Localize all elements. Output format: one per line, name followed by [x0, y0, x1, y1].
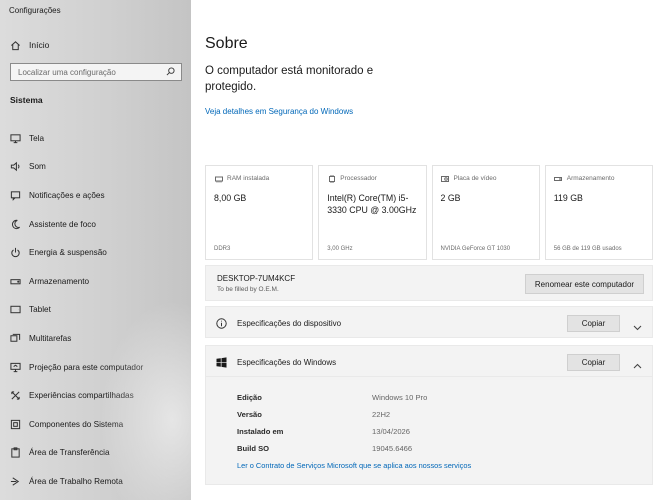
sidebar-item-label: Energia & suspensão	[29, 248, 107, 258]
sidebar-item-label: Assistente de foco	[29, 219, 96, 229]
page-title: Sobre	[205, 35, 248, 52]
windows-specs-details: Edição Windows 10 Pro Versão 22H2 Instal…	[205, 377, 653, 485]
search-icon	[166, 67, 176, 77]
spec-key: Instalado em	[237, 427, 284, 436]
window-title: Configurações	[9, 6, 61, 15]
spec-value: Windows 10 Pro	[372, 393, 428, 402]
service-agreement-link[interactable]: Ler o Contrato de Serviços Microsoft que…	[237, 461, 471, 470]
share-icon	[9, 390, 21, 402]
sidebar-item-label: Multitarefas	[29, 333, 72, 343]
pc-name-row: DESKTOP-7UM4KCF To be filled by O.E.M. R…	[205, 265, 653, 301]
spec-key: Versão	[237, 410, 262, 419]
spec-value: 19045.6466	[372, 444, 413, 453]
protection-status: O computador está monitorado e protegido…	[205, 65, 374, 93]
processor-card: Processador Intel(R) Core(TM) i5-3330 CP…	[318, 165, 427, 260]
sidebar-item-experiencias[interactable]: Experiências compartilhadas	[9, 381, 189, 410]
info-icon	[216, 318, 227, 329]
monitor-icon	[9, 132, 21, 144]
card-label: Processador	[340, 175, 377, 182]
ram-icon	[214, 174, 223, 183]
pc-subtitle: To be filled by O.E.M.	[217, 286, 279, 293]
card-sub: DDR3	[214, 246, 231, 252]
sidebar-item-label: Área de Transferência	[29, 448, 110, 458]
home-icon	[9, 39, 21, 51]
card-label: Armazenamento	[566, 175, 615, 182]
sidebar-item-multitarefas[interactable]: Multitarefas	[9, 324, 189, 353]
card-value: 2 GB	[440, 193, 461, 203]
storage-icon	[554, 174, 563, 183]
card-value: Intel(R) Core(TM) i5-3330 CPU @ 3.00GHz	[327, 193, 417, 215]
card-sub: 3,00 GHz	[327, 246, 353, 252]
clipboard-icon	[9, 447, 21, 459]
projection-icon	[9, 361, 21, 373]
storage-card: Armazenamento 119 GB 56 GB de 119 GB usa…	[544, 165, 653, 260]
windows-specs-row[interactable]: Especificações do Windows Copiar	[205, 345, 653, 377]
sidebar-item-label: Tela	[29, 133, 45, 143]
section-label: Sistema	[10, 95, 43, 105]
sidebar-item-label: Componentes do Sistema	[29, 419, 124, 429]
spec-value: 22H2	[372, 410, 391, 419]
rename-pc-button[interactable]: Renomear este computador	[525, 274, 644, 294]
ram-card: RAM instalada 8,00 GB DDR3	[205, 165, 314, 260]
card-label: RAM instalada	[227, 175, 270, 182]
speaker-icon	[9, 161, 21, 173]
sidebar-item-label: Projeção para este computador	[29, 362, 144, 372]
windows-icon	[216, 357, 227, 368]
nav-home[interactable]: Início	[9, 38, 179, 52]
sidebar-item-armazenamento[interactable]: Armazenamento	[9, 267, 189, 296]
chevron-up-icon[interactable]	[633, 358, 642, 369]
card-value: 8,00 GB	[214, 193, 247, 203]
sidebar-item-area-transferencia[interactable]: Área de Transferência	[9, 439, 189, 468]
card-label: Placa de vídeo	[453, 175, 497, 182]
sidebar-item-som[interactable]: Som	[9, 153, 189, 182]
device-specs-label: Especificações do dispositivo	[237, 319, 342, 328]
notification-icon	[9, 189, 21, 201]
search-placeholder: Localizar uma configuração	[18, 67, 116, 77]
sidebar-item-label: Área de Trabalho Remota	[29, 476, 123, 486]
sidebar: Configurações Início Localizar uma confi…	[0, 0, 191, 500]
nav-home-label: Início	[29, 40, 50, 50]
sidebar-item-tela[interactable]: Tela	[9, 124, 189, 153]
sidebar-item-assistente-foco[interactable]: Assistente de foco	[9, 210, 189, 239]
copy-device-specs-button[interactable]: Copiar	[567, 315, 620, 332]
storage-icon	[9, 275, 21, 287]
chevron-down-icon[interactable]	[633, 319, 642, 331]
sidebar-item-componentes[interactable]: Componentes do Sistema	[9, 410, 189, 439]
spec-value: 13/04/2026	[372, 427, 411, 436]
sidebar-item-area-trabalho-remota[interactable]: Área de Trabalho Remota	[9, 467, 189, 496]
card-value: 119 GB	[553, 193, 583, 203]
moon-icon	[9, 218, 21, 230]
sidebar-item-label: Notificações e ações	[29, 190, 105, 200]
sidebar-item-label: Som	[29, 162, 46, 172]
gpu-icon	[441, 174, 450, 183]
spec-key: Edição	[237, 393, 262, 402]
card-sub: NVIDIA GeForce GT 1030	[440, 246, 511, 252]
sidebar-item-label: Tablet	[29, 305, 51, 315]
gpu-card: Placa de vídeo 2 GB NVIDIA GeForce GT 10…	[431, 165, 540, 260]
sidebar-item-label: Armazenamento	[29, 276, 90, 286]
hardware-cards: RAM instalada 8,00 GB DDR3 Processador I…	[205, 165, 653, 260]
pc-name: DESKTOP-7UM4KCF	[217, 274, 296, 283]
device-specs-row[interactable]: Especificações do dispositivo Copiar	[205, 306, 653, 338]
sidebar-item-energia[interactable]: Energia & suspensão	[9, 238, 189, 267]
sidebar-item-tablet[interactable]: Tablet	[9, 296, 189, 325]
sidebar-item-label: Experiências compartilhadas	[29, 391, 134, 401]
copy-windows-specs-button[interactable]: Copiar	[567, 354, 620, 371]
components-icon	[9, 418, 21, 430]
power-icon	[9, 247, 21, 259]
main-content: Sobre O computador está monitorado e pro…	[191, 0, 667, 500]
processor-icon	[327, 174, 336, 183]
security-details-link[interactable]: Veja detalhes em Segurança do Windows	[205, 107, 353, 116]
sidebar-nav: Tela Som Notificações e ações Assistente…	[9, 124, 189, 496]
spec-key: Build SO	[237, 444, 270, 453]
sidebar-item-notificacoes[interactable]: Notificações e ações	[9, 181, 189, 210]
sidebar-item-projecao[interactable]: Projeção para este computador	[9, 353, 189, 382]
card-sub: 56 GB de 119 GB usados	[553, 246, 622, 252]
tablet-icon	[9, 304, 21, 316]
windows-specs-label: Especificações do Windows	[237, 358, 337, 367]
multitask-icon	[9, 332, 21, 344]
remote-icon	[9, 475, 21, 487]
search-input[interactable]: Localizar uma configuração	[10, 63, 182, 81]
